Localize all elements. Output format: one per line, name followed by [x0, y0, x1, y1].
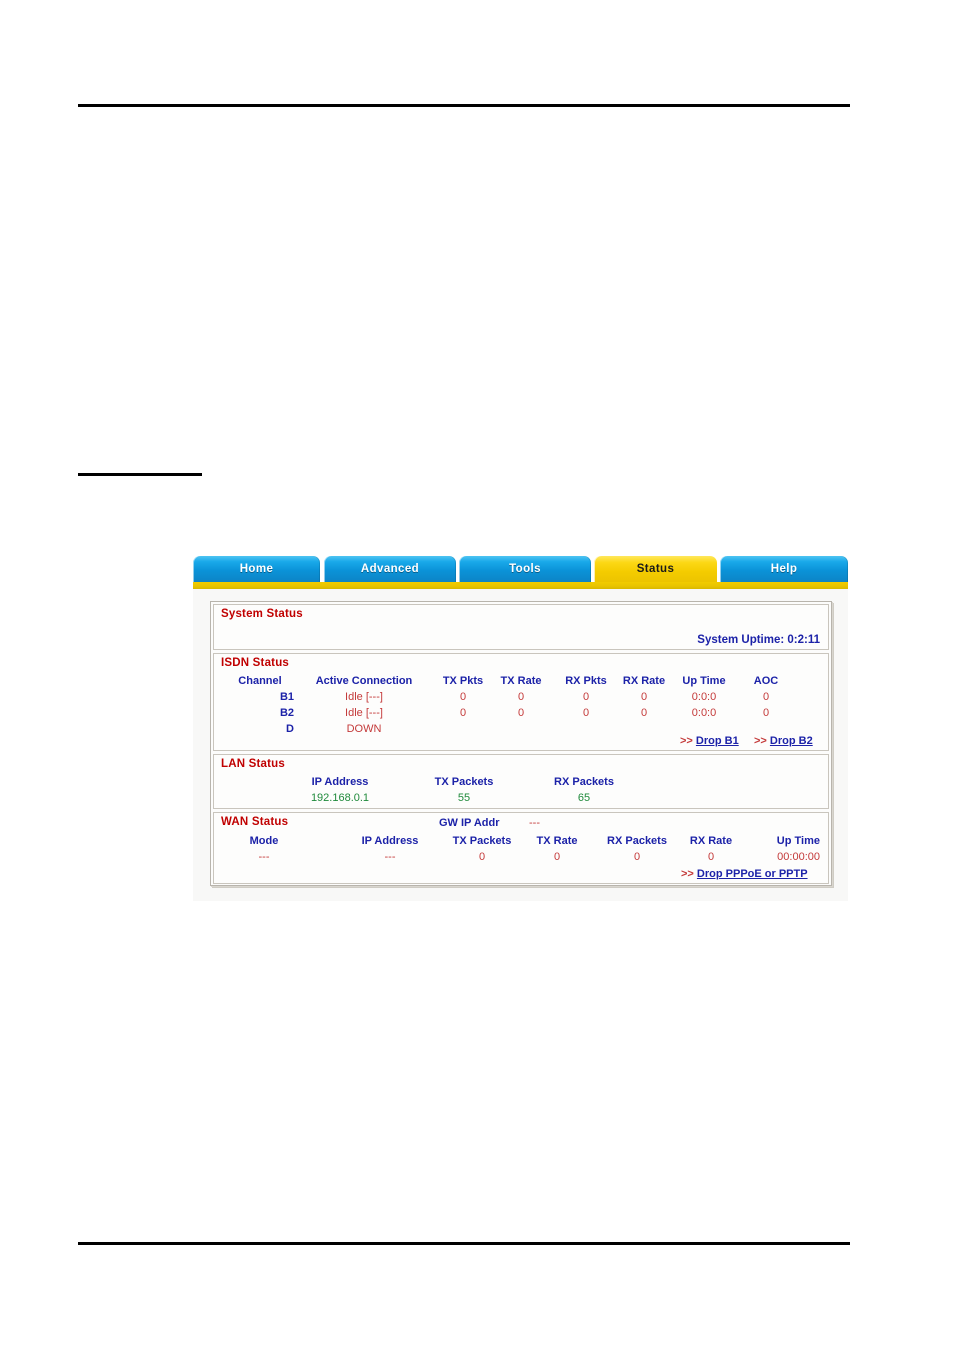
wan-value-ip-address: ---: [384, 851, 396, 863]
isdn-row-b1-rx-pkts: 0: [582, 691, 590, 703]
router-web-ui: Home Advanced Tools Status Help System S…: [193, 556, 848, 901]
tab-underbar: [193, 582, 848, 589]
wan-value-up-time: 00:00:00: [777, 851, 820, 863]
isdn-col-up-time: Up Time: [682, 675, 726, 687]
wan-value-tx-rate: 0: [553, 851, 561, 863]
wan-status-block: WAN Status GW IP Addr --- Mode IP Addres…: [213, 812, 829, 884]
lan-value-tx-packets: 55: [457, 792, 471, 804]
drop-b1-link-wrapper[interactable]: >> Drop B1: [680, 735, 739, 747]
drop-b2-link[interactable]: Drop B2: [770, 735, 813, 747]
tab-home[interactable]: Home: [193, 556, 320, 582]
isdn-row-b2-tx-pkts: 0: [459, 707, 467, 719]
isdn-row-b2-aoc: 0: [762, 707, 770, 719]
isdn-row-b2-channel: B2: [279, 707, 294, 719]
isdn-row-b1-aoc: 0: [762, 691, 770, 703]
isdn-row-b2-rx-rate: 0: [640, 707, 648, 719]
drop-b2-link-wrapper[interactable]: >> Drop B2: [754, 735, 813, 747]
lan-status-block: LAN Status IP Address TX Packets RX Pack…: [213, 754, 829, 809]
isdn-status-title: ISDN Status: [221, 657, 290, 669]
isdn-row-b2-rx-pkts: 0: [582, 707, 590, 719]
drop-pppoe-link[interactable]: Drop PPPoE or PPTP: [697, 868, 808, 880]
wan-value-rx-rate: 0: [707, 851, 715, 863]
wan-status-title: WAN Status: [221, 816, 289, 828]
tab-advanced[interactable]: Advanced: [324, 556, 456, 582]
isdn-row-d-connection: DOWN: [346, 723, 382, 735]
wan-col-rx-packets: RX Packets: [607, 835, 667, 847]
lan-col-rx-packets: RX Packets: [554, 776, 614, 788]
isdn-row-b2-connection: Idle [---]: [345, 707, 383, 719]
isdn-row-b1-tx-pkts: 0: [459, 691, 467, 703]
wan-col-up-time: Up Time: [776, 835, 820, 847]
system-status-block: System Status System Uptime: 0:2:11: [213, 604, 829, 650]
isdn-row-b2-up-time: 0:0:0: [691, 707, 717, 719]
isdn-col-rx-rate: RX Rate: [622, 675, 666, 687]
system-status-title: System Status: [221, 608, 303, 620]
lan-col-tx-packets: TX Packets: [434, 776, 494, 788]
isdn-status-block: ISDN Status Channel Active Connection TX…: [213, 653, 829, 751]
isdn-row-b1-up-time: 0:0:0: [691, 691, 717, 703]
isdn-col-rx-pkts: RX Pkts: [565, 675, 607, 687]
wan-col-tx-rate: TX Rate: [536, 835, 578, 847]
wan-col-ip-address: IP Address: [361, 835, 419, 847]
wan-value-tx-packets: 0: [478, 851, 486, 863]
drop-pppoe-link-wrapper[interactable]: >> Drop PPPoE or PPTP: [681, 868, 808, 880]
tab-status[interactable]: Status: [594, 556, 717, 582]
page-header-rule: [78, 104, 850, 107]
page-footer-rule: [78, 1242, 850, 1245]
isdn-row-b1-connection: Idle [---]: [345, 691, 383, 703]
system-uptime-value: System Uptime: 0:2:11: [697, 634, 820, 646]
wan-gw-ip-addr-label: GW IP Addr: [439, 817, 500, 829]
tab-help[interactable]: Help: [720, 556, 848, 582]
wan-col-tx-packets: TX Packets: [452, 835, 512, 847]
isdn-row-b1-channel: B1: [279, 691, 294, 703]
wan-col-mode: Mode: [249, 835, 279, 847]
wan-gw-ip-addr-value: ---: [529, 817, 540, 829]
section-heading-rule: [78, 473, 202, 476]
isdn-row-b2-tx-rate: 0: [517, 707, 525, 719]
lan-value-ip-address: 192.168.0.1: [310, 792, 370, 804]
isdn-row-b1-tx-rate: 0: [517, 691, 525, 703]
drop-b2-arrow: >>: [754, 735, 767, 747]
wan-value-rx-packets: 0: [633, 851, 641, 863]
isdn-col-channel: Channel: [238, 675, 282, 687]
isdn-row-b1-rx-rate: 0: [640, 691, 648, 703]
drop-pppoe-arrow: >>: [681, 868, 694, 880]
isdn-col-tx-rate: TX Rate: [500, 675, 542, 687]
wan-value-mode: ---: [258, 851, 270, 863]
isdn-col-active-connection: Active Connection: [315, 675, 413, 687]
isdn-col-tx-pkts: TX Pkts: [442, 675, 484, 687]
lan-value-rx-packets: 65: [577, 792, 591, 804]
isdn-row-d-channel: D: [286, 723, 294, 735]
lan-col-ip-address: IP Address: [311, 776, 369, 788]
status-panel-inner: System Status System Uptime: 0:2:11 ISDN…: [210, 601, 832, 886]
drop-b1-link[interactable]: Drop B1: [696, 735, 739, 747]
status-panel: System Status System Uptime: 0:2:11 ISDN…: [193, 589, 848, 901]
tab-bar: Home Advanced Tools Status Help: [193, 556, 848, 589]
lan-status-title: LAN Status: [221, 758, 285, 770]
drop-b1-arrow: >>: [680, 735, 693, 747]
isdn-col-aoc: AOC: [753, 675, 779, 687]
tab-tools[interactable]: Tools: [459, 556, 591, 582]
wan-col-rx-rate: RX Rate: [689, 835, 733, 847]
